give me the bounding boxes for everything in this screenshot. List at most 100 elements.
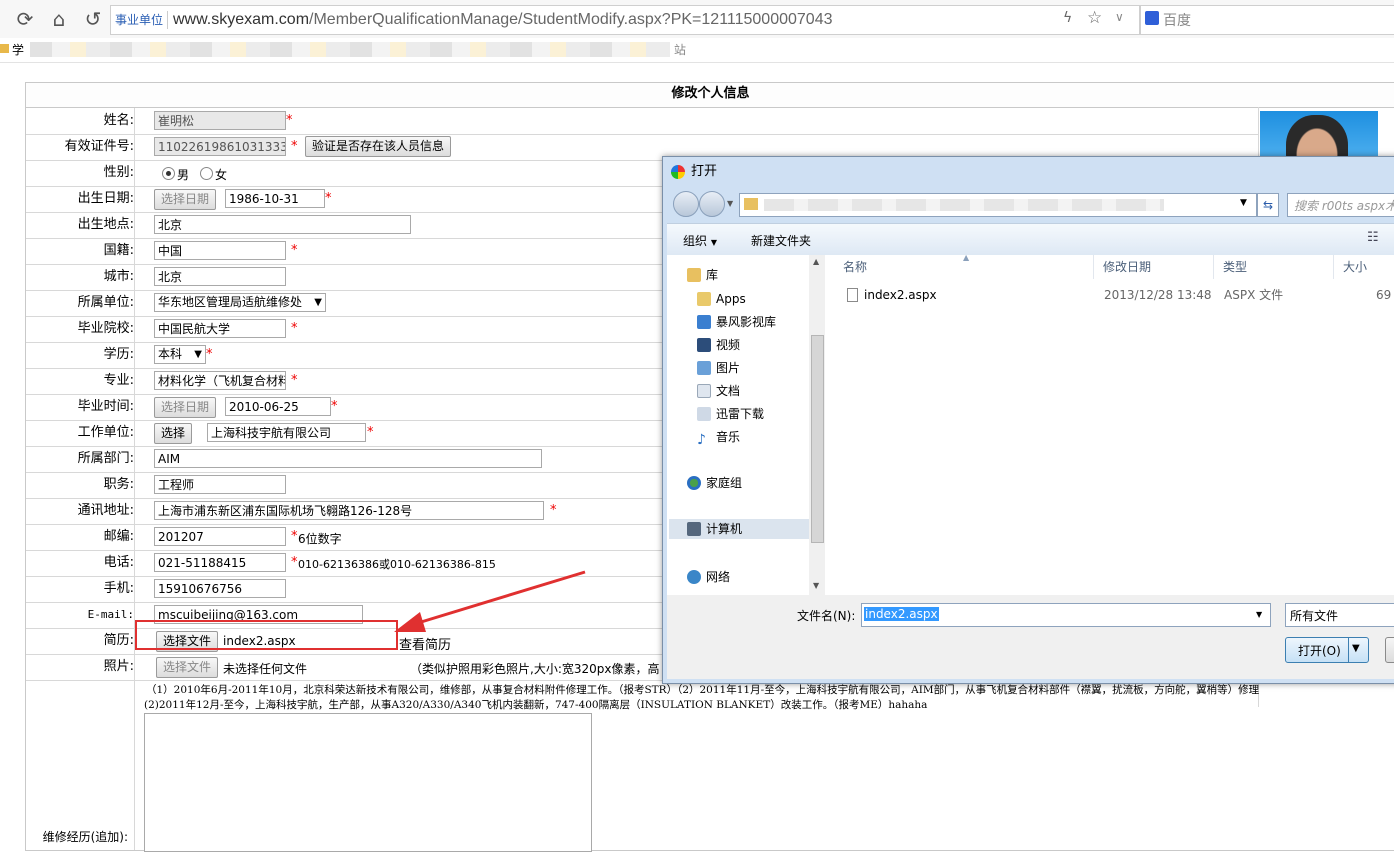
history-dropdown-icon[interactable]: ▼ [727, 199, 733, 208]
gender-male-label: 男 [177, 168, 190, 182]
major-input[interactable]: 材料化学（飞机复合材料 [154, 371, 286, 390]
column-header-size[interactable]: 大小 [1343, 255, 1394, 279]
filetype-select[interactable]: 所有文件 [1285, 603, 1394, 627]
chevron-down-icon[interactable]: ∨ [1115, 10, 1124, 24]
tree-item-thunder[interactable]: 迅雷下载 [697, 404, 764, 424]
scroll-down-icon[interactable]: ▼ [813, 581, 819, 590]
tree-item-pictures[interactable]: 图片 [697, 358, 740, 378]
phone-input[interactable]: 021-51188415 [154, 553, 286, 572]
chevron-down-icon[interactable]: ▼ [1256, 610, 1262, 619]
search-engine-box[interactable]: 百度 [1140, 5, 1394, 35]
unit-label: 所属单位: [26, 290, 135, 316]
required-mark: * [291, 139, 298, 154]
tree-item-music[interactable]: ♪ 音乐 [697, 427, 740, 447]
nation-input[interactable]: 中国 [154, 241, 286, 260]
tree-item-network[interactable]: 网络 [687, 567, 730, 585]
forward-arrow-icon[interactable] [699, 191, 725, 217]
file-name: index2.aspx [864, 288, 937, 302]
organize-menu[interactable]: 组织 ▼ [683, 232, 717, 249]
dropdown-arrow-icon: ▼ [314, 297, 322, 308]
back-icon[interactable]: ↺ [80, 6, 106, 32]
tree-item-apps[interactable]: Apps [697, 289, 746, 309]
column-header-type[interactable]: 类型 [1223, 255, 1334, 279]
lightning-icon[interactable]: ϟ [1063, 10, 1072, 26]
post-input[interactable]: 工程师 [154, 475, 286, 494]
mobile-input[interactable]: 15910676756 [154, 579, 286, 598]
tree-scrollbar[interactable]: ▲ ▼ [809, 255, 825, 595]
tree-label: 家庭组 [706, 476, 743, 490]
folder-icon[interactable] [0, 44, 9, 53]
city-input[interactable]: 北京 [154, 267, 286, 286]
tree-label: 音乐 [716, 430, 741, 444]
id-input[interactable]: 110226198610313335 [154, 137, 286, 156]
school-input[interactable]: 中国民航大学 [154, 319, 286, 338]
home-icon[interactable]: ⌂ [46, 6, 72, 32]
bookmark-item[interactable]: 站 [674, 41, 686, 58]
work-unit-label: 工作单位: [26, 420, 135, 446]
required-mark: * [550, 503, 557, 518]
pick-birth-date-button[interactable]: 选择日期 [154, 189, 217, 210]
gender-male-radio[interactable] [162, 167, 175, 180]
education-select[interactable]: 本科 ▼ [154, 345, 206, 364]
scroll-thumb[interactable] [811, 335, 824, 543]
pick-grad-date-button[interactable]: 选择日期 [154, 397, 217, 418]
new-folder-button[interactable]: 新建文件夹 [751, 232, 811, 249]
birthplace-input[interactable]: 北京 [154, 215, 411, 234]
address-bar[interactable]: 事业单位 www.skyexam.com/MemberQualification… [110, 5, 1140, 35]
address-label: 通讯地址: [26, 498, 135, 524]
tree-item-video[interactable]: 视频 [697, 335, 740, 355]
view-options-icon[interactable]: ☷ [1367, 230, 1379, 245]
birth-input[interactable]: 1986-10-31 [225, 189, 325, 208]
cancel-button[interactable] [1385, 637, 1394, 663]
name-input[interactable]: 崔明松 [154, 111, 286, 130]
file-row[interactable]: index2.aspx 2013/12/28 13:48 ASPX 文件 69 [843, 285, 1394, 305]
bookmark-item[interactable]: 学 [12, 41, 24, 58]
tree-item-storm[interactable]: 暴风影视库 [697, 312, 776, 332]
file-type: ASPX 文件 [1224, 288, 1284, 302]
chevron-down-icon[interactable]: ▼ [1240, 198, 1247, 208]
navigation-tree: 库 Apps 暴风影视库 视频 图片 文档 迅雷下载 ♪ 音乐 家庭组 计算机 网… [667, 255, 828, 595]
select-work-unit-button[interactable]: 选择 [154, 423, 193, 444]
required-mark: * [291, 243, 298, 258]
graduation-input[interactable]: 2010-06-25 [225, 397, 331, 416]
filename-value: index2.aspx [864, 607, 939, 621]
tree-item-docs[interactable]: 文档 [697, 381, 740, 401]
gender-female-radio[interactable] [200, 167, 213, 180]
tree-item-library[interactable]: 库 [687, 265, 718, 285]
chevron-down-icon[interactable]: ▼ [1352, 643, 1360, 654]
department-input[interactable]: AIM [154, 449, 542, 468]
open-button[interactable]: 打开(O) ▼ [1285, 637, 1369, 663]
open-file-dialog: 打开 ▼ ▼ ⇆ 搜索 r00ts aspx木 组织 ▼ 新建文件夹 ☷ 库 A… [662, 156, 1394, 684]
zip-input[interactable]: 201207 [154, 527, 286, 546]
dialog-search-input[interactable]: 搜索 r00ts aspx木 [1287, 193, 1394, 217]
experience-textarea[interactable] [144, 713, 592, 852]
address-input[interactable]: 上海市浦东新区浦东国际机场飞翱路126-128号 [154, 501, 544, 520]
phone-label: 电话: [26, 550, 135, 576]
filename-input[interactable]: index2.aspx ▼ [861, 603, 1271, 627]
verify-button[interactable]: 验证是否存在该人员信息 [305, 136, 452, 157]
choose-photo-file-button[interactable]: 选择文件 [156, 657, 219, 678]
bookmarks-bar: 学 站 [0, 38, 1394, 63]
video-library-icon [697, 315, 711, 329]
id-label: 有效证件号: [26, 134, 135, 160]
dialog-titlebar: 打开 [663, 157, 1394, 187]
reload-icon[interactable]: ⟳ [12, 6, 38, 32]
file-icon [847, 288, 858, 302]
work-unit-input[interactable]: 上海科技宇航有限公司 [207, 423, 366, 442]
scroll-up-icon[interactable]: ▲ [813, 257, 819, 266]
unit-select[interactable]: 华东地区管理局适航维修处 ▼ [154, 293, 326, 312]
blurred-bookmarks [30, 42, 670, 57]
dialog-footer: 文件名(N): index2.aspx ▼ 所有文件 打开(O) ▼ [667, 595, 1394, 679]
path-box[interactable]: ▼ [739, 193, 1257, 217]
post-label: 职务: [26, 472, 135, 498]
refresh-icon[interactable]: ⇆ [1257, 193, 1279, 217]
address-url: www.skyexam.com/MemberQualificationManag… [173, 10, 833, 30]
star-icon[interactable]: ☆ [1087, 8, 1102, 28]
required-mark: * [291, 373, 298, 388]
back-arrow-icon[interactable] [673, 191, 699, 217]
file-size: 69 [1376, 288, 1392, 302]
tree-item-computer[interactable]: 计算机 [669, 519, 825, 539]
column-header-modified[interactable]: 修改日期 [1103, 255, 1214, 279]
folder-icon [697, 292, 711, 306]
tree-item-homegroup[interactable]: 家庭组 [687, 473, 742, 493]
